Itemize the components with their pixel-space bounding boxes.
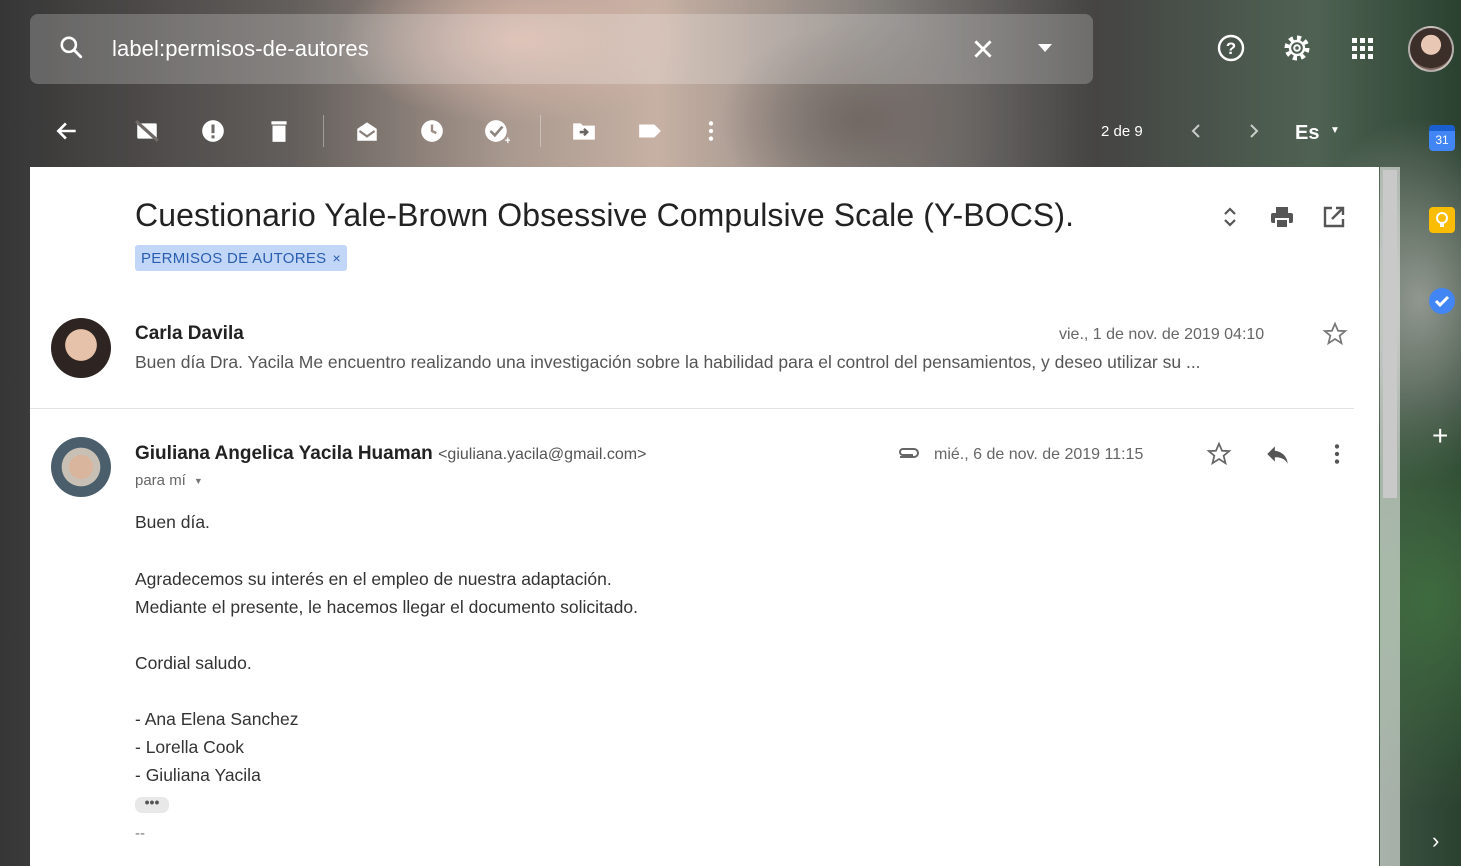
expand-all-icon[interactable] [1216,203,1244,231]
more-actions-icon[interactable] [698,118,724,144]
add-to-tasks-icon[interactable]: + [484,118,510,144]
delete-icon[interactable] [266,118,292,144]
label-chip[interactable]: PERMISOS DE AUTORES × [135,245,347,271]
label-icon[interactable] [637,118,663,144]
body-line: - Ana Elena Sanchez [135,709,299,729]
search-icon[interactable] [58,34,84,60]
divider [30,408,1354,409]
svg-text:?: ? [1226,39,1236,58]
mark-unread-icon[interactable] [354,118,380,144]
remove-label-icon[interactable]: × [332,250,340,266]
report-spam-icon[interactable] [200,118,226,144]
body-line: Mediante el presente, le hacemos llegar … [135,597,638,617]
thread-subject: Cuestionario Yale-Brown Obsessive Compul… [135,197,1075,233]
sender-email: <giuliana.yacila@gmail.com> [438,446,647,463]
snooze-clock-icon[interactable] [419,118,445,144]
keep-app-icon[interactable] [1429,207,1455,233]
older-chevron-icon[interactable] [1243,120,1265,142]
help-icon[interactable]: ? [1215,32,1247,64]
archive-icon[interactable] [134,118,160,144]
body-line: Agradecemos su interés en el empleo de n… [135,569,612,589]
sender-name[interactable]: Giuliana Angelica Yacila Huaman [135,443,433,464]
search-bar[interactable]: label:permisos-de-autores [30,14,1093,84]
pager-count: 2 de 9 [1101,123,1143,140]
sender-avatar[interactable] [51,437,111,497]
calendar-app-icon[interactable]: 31 [1429,125,1455,151]
open-in-new-window-icon[interactable] [1320,203,1348,231]
settings-gear-icon[interactable] [1281,32,1313,64]
message-date: vie., 1 de nov. de 2019 04:10 [1059,326,1265,343]
star-icon[interactable] [1322,321,1348,347]
sender-header: Giuliana Angelica Yacila Huaman <giulian… [135,443,646,465]
recipient-details[interactable]: para mí ▼ [135,472,203,489]
message-date: mié., 6 de nov. de 2019 11:15 [934,446,1144,463]
apps-grid-icon[interactable] [1346,32,1378,64]
body-line: - Giuliana Yacila [135,765,261,785]
signature-separator: -- [135,825,145,842]
star-icon[interactable] [1206,441,1232,467]
print-icon[interactable] [1268,203,1296,231]
recipient-text: para mí [135,472,186,489]
account-avatar[interactable] [1408,26,1454,72]
more-options-icon[interactable] [1324,441,1350,467]
body-line: - Lorella Cook [135,737,244,757]
input-tools-language[interactable]: Es [1295,122,1319,145]
reply-icon[interactable] [1264,441,1290,467]
show-trimmed-content-button[interactable]: ••• [135,795,169,813]
chevron-down-icon[interactable]: ▼ [1330,125,1340,136]
body-line: Buen día. [135,512,210,532]
message-snippet[interactable]: Buen día Dra. Yacila Me encuentro realiz… [135,352,1350,373]
scrollbar-thumb[interactable] [1383,170,1397,498]
svg-text:+: + [505,135,510,144]
back-arrow-icon[interactable] [54,118,80,144]
move-to-icon[interactable] [571,118,597,144]
attachment-paperclip-icon [899,448,919,458]
sender-name[interactable]: Carla Davila [135,323,244,345]
sender-avatar[interactable] [51,318,111,378]
expand-side-panel-icon[interactable]: › [1432,828,1439,854]
search-options-icon[interactable] [1038,44,1052,54]
get-addons-plus-icon[interactable]: + [1432,420,1448,452]
show-details-chevron-icon[interactable]: ▼ [194,476,203,486]
message-view: Cuestionario Yale-Brown Obsessive Compul… [30,167,1379,866]
search-input[interactable]: label:permisos-de-autores [112,36,369,62]
body-line: Cordial saludo. [135,653,252,673]
label-chip-text: PERMISOS DE AUTORES [141,249,327,267]
clear-search-icon[interactable] [970,36,996,62]
newer-chevron-icon[interactable] [1185,120,1207,142]
tasks-app-icon[interactable] [1429,288,1455,314]
